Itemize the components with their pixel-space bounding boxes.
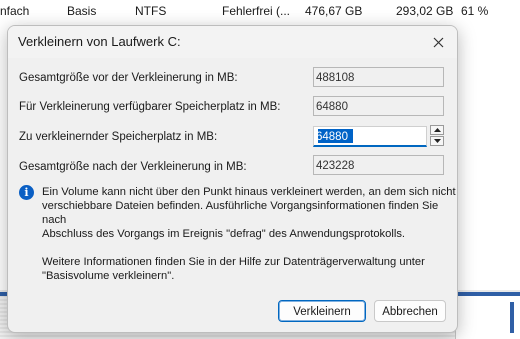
volume-free-percent-cell: 61 % [461,4,489,18]
close-icon [433,37,443,47]
spin-down-button[interactable] [430,136,444,146]
cancel-button[interactable]: Abbrechen [374,300,446,322]
arrow-down-icon [433,139,441,143]
shrink-amount-spinner [430,125,446,147]
arrow-up-icon [433,128,441,132]
total-after-value: 423228 [313,155,444,175]
partition-indicator [510,302,514,333]
shrink-button[interactable]: Verkleinern [278,300,366,322]
info-icon: i [19,185,34,200]
help-text-line: Weitere Informationen finden Sie in der … [42,256,425,268]
volume-filesystem-cell: NTFS [135,4,167,18]
total-after-label: Gesamtgröße nach der Verkleinerung in MB… [19,161,247,173]
dialog-title: Verkleinern von Laufwerk C: [18,34,181,49]
shrink-amount-input-wrapper [313,126,427,147]
shrink-amount-label: Zu verkleinernder Speicherplatz in MB: [19,131,218,143]
disk-partition-block[interactable] [455,296,520,339]
shrink-amount-input[interactable] [314,128,426,146]
info-text-line: verschiebbare Dateien befinden. Ausführl… [42,200,439,226]
volume-free-space-cell: 293,02 GB [396,4,454,18]
volume-layout-cell: nfach [0,4,30,18]
available-space-label: Für Verkleinerung verfügbarer Speicherpl… [19,101,281,113]
available-space-value: 64880 [313,96,444,116]
dialog-titlebar[interactable]: Verkleinern von Laufwerk C: [8,26,457,58]
volume-capacity-cell: 476,67 GB [305,4,363,18]
close-button[interactable] [423,28,453,56]
help-text-line: "Basisvolume verkleinern". [42,270,175,282]
total-before-value: 488108 [313,67,444,87]
volume-type-cell: Basis [67,4,97,18]
info-text-line: Ein Volume kann nicht über den Punkt hin… [42,186,456,198]
info-text-line: Abschluss des Vorgangs im Ereignis "defr… [42,228,406,240]
info-text: Ein Volume kann nicht über den Punkt hin… [42,185,457,241]
help-text: Weitere Informationen finden Sie in der … [42,255,425,283]
volume-list-row[interactable]: nfach Basis NTFS Fehlerfrei (... 476,67 … [0,0,520,22]
total-before-label: Gesamtgröße vor der Verkleinerung in MB: [19,72,238,84]
spin-up-button[interactable] [430,125,444,135]
shrink-volume-dialog: Verkleinern von Laufwerk C: Gesamtgröße … [7,25,458,333]
volume-status-cell: Fehlerfrei (... [222,4,291,18]
